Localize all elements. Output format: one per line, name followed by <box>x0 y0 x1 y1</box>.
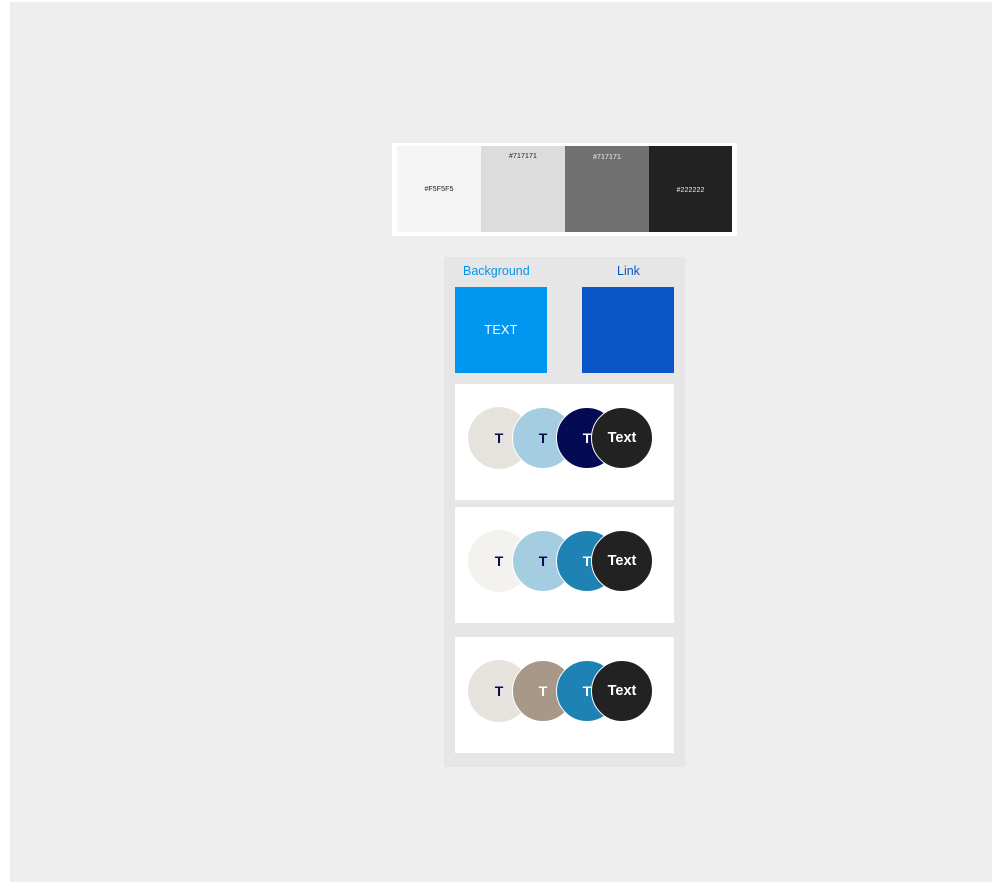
color-scheme-panel[interactable]: Background Link TEXT T T T Text T T T Te… <box>444 257 685 767</box>
grayscale-palette[interactable]: #F5F5F5 #717171 #717171 #222222 <box>392 143 737 236</box>
background-color-box[interactable]: TEXT <box>455 287 547 373</box>
color-circle[interactable]: Text <box>591 530 653 592</box>
color-combination-card[interactable]: T T T Text <box>455 637 674 753</box>
color-combination-card[interactable]: T T T Text <box>455 507 674 623</box>
design-canvas: #F5F5F5 #717171 #717171 #222222 Backgrou… <box>10 2 992 882</box>
background-label: Background <box>463 264 530 278</box>
swatch-label: #717171 <box>509 153 537 160</box>
swatch-222222[interactable]: #222222 <box>649 146 732 232</box>
swatch-label: #F5F5F5 <box>424 185 454 193</box>
link-color-box[interactable] <box>582 287 674 373</box>
link-label: Link <box>617 264 640 278</box>
color-circle[interactable]: Text <box>591 660 653 722</box>
color-combination-card[interactable]: T T T Text <box>455 384 674 500</box>
swatch-f5f5f5[interactable]: #F5F5F5 <box>397 146 481 232</box>
color-circle[interactable]: Text <box>591 407 653 469</box>
swatch-label: #717171 <box>593 154 621 161</box>
swatch-light-gray[interactable]: #717171 <box>481 146 565 232</box>
swatch-label: #222222 <box>676 187 705 194</box>
swatch-717171[interactable]: #717171 <box>565 146 649 232</box>
background-box-text: TEXT <box>484 323 518 337</box>
